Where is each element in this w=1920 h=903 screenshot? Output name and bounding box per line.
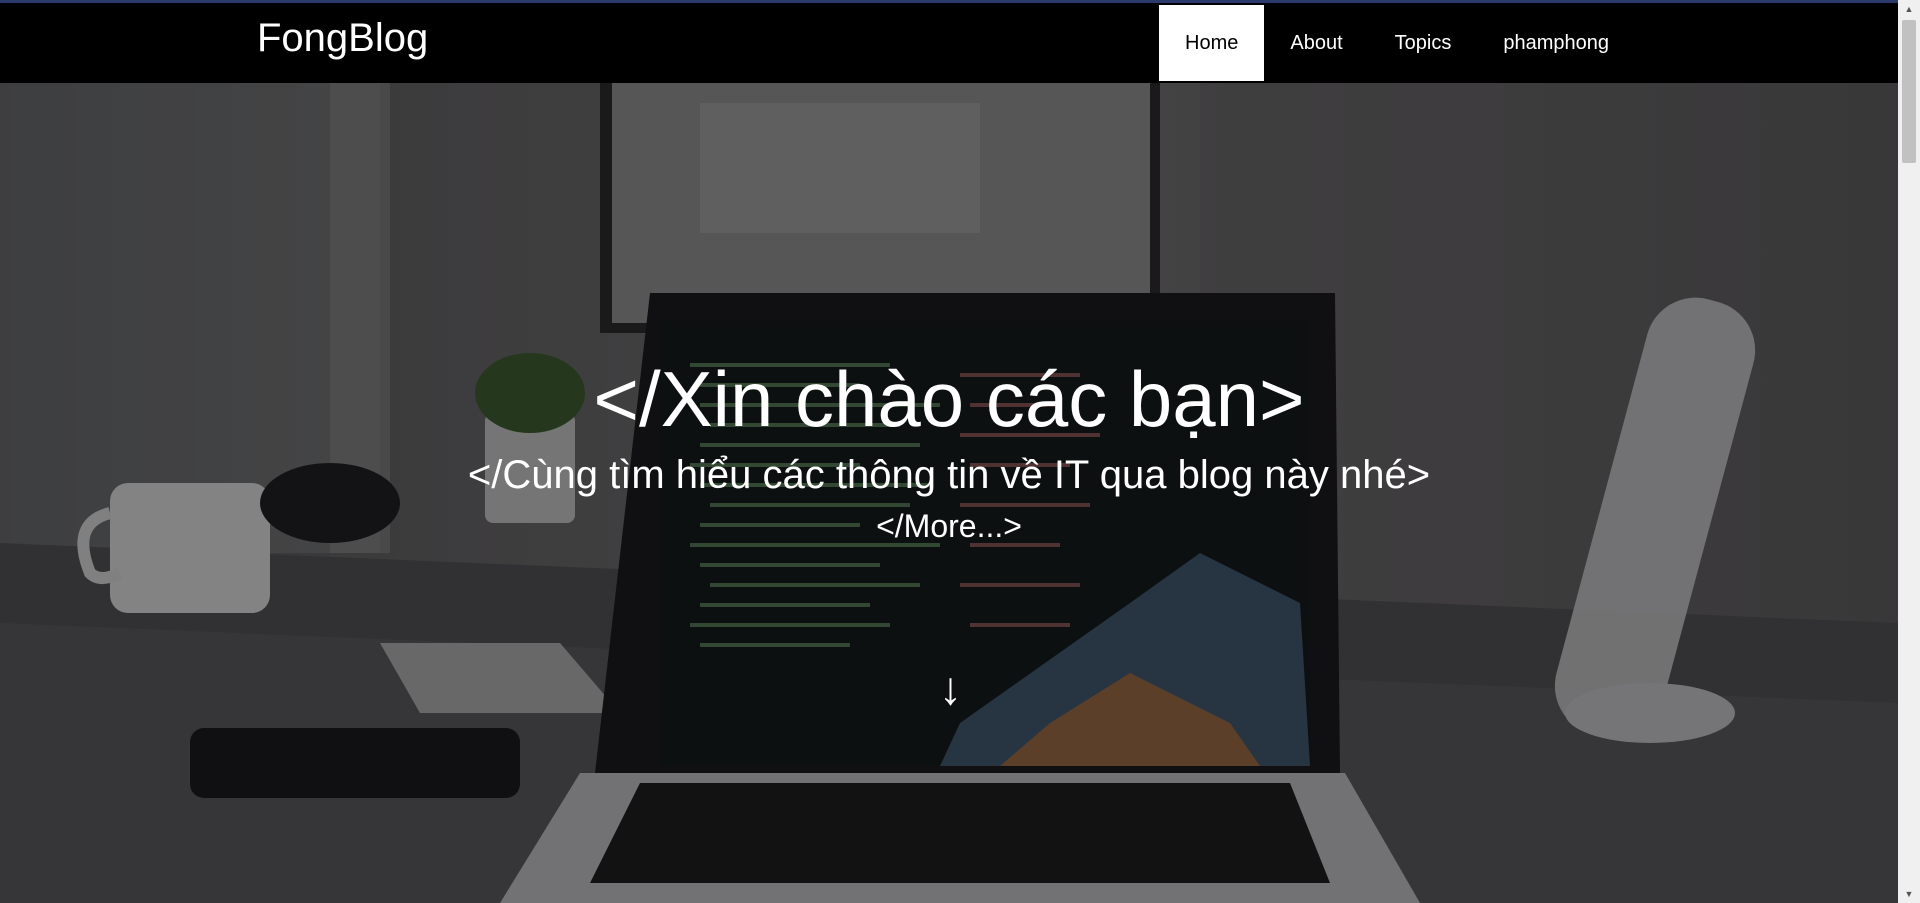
navbar: FongBlog Home About Topics phamphong [0,0,1898,83]
nav-item-topics[interactable]: Topics [1369,5,1478,81]
hero-subtitle: </Cùng tìm hiểu các thông tin về IT qua … [467,453,1431,497]
nav-item-user[interactable]: phamphong [1477,5,1635,81]
hero-banner: </Xin chào các bạn> </Cùng tìm hiểu các … [0,83,1898,903]
scrollbar-up-icon[interactable]: ▲ [1898,0,1920,18]
nav-menu: Home About Topics phamphong [1159,5,1635,81]
page-scrollbar[interactable]: ▲ ▼ [1898,0,1920,903]
nav-item-home[interactable]: Home [1159,5,1265,81]
scrollbar-thumb[interactable] [1902,20,1916,163]
arrow-down-icon[interactable]: ↓ [939,663,962,713]
hero-title: </Xin chào các bạn> [593,355,1305,443]
brand-logo[interactable]: FongBlog [257,14,428,62]
scrollbar-down-icon[interactable]: ▼ [1898,885,1920,903]
nav-item-about[interactable]: About [1264,5,1368,81]
page: FongBlog Home About Topics phamphong </X… [0,0,1920,903]
more-link[interactable]: </More...> [0,506,1898,546]
top-accent-strip [0,0,1920,3]
